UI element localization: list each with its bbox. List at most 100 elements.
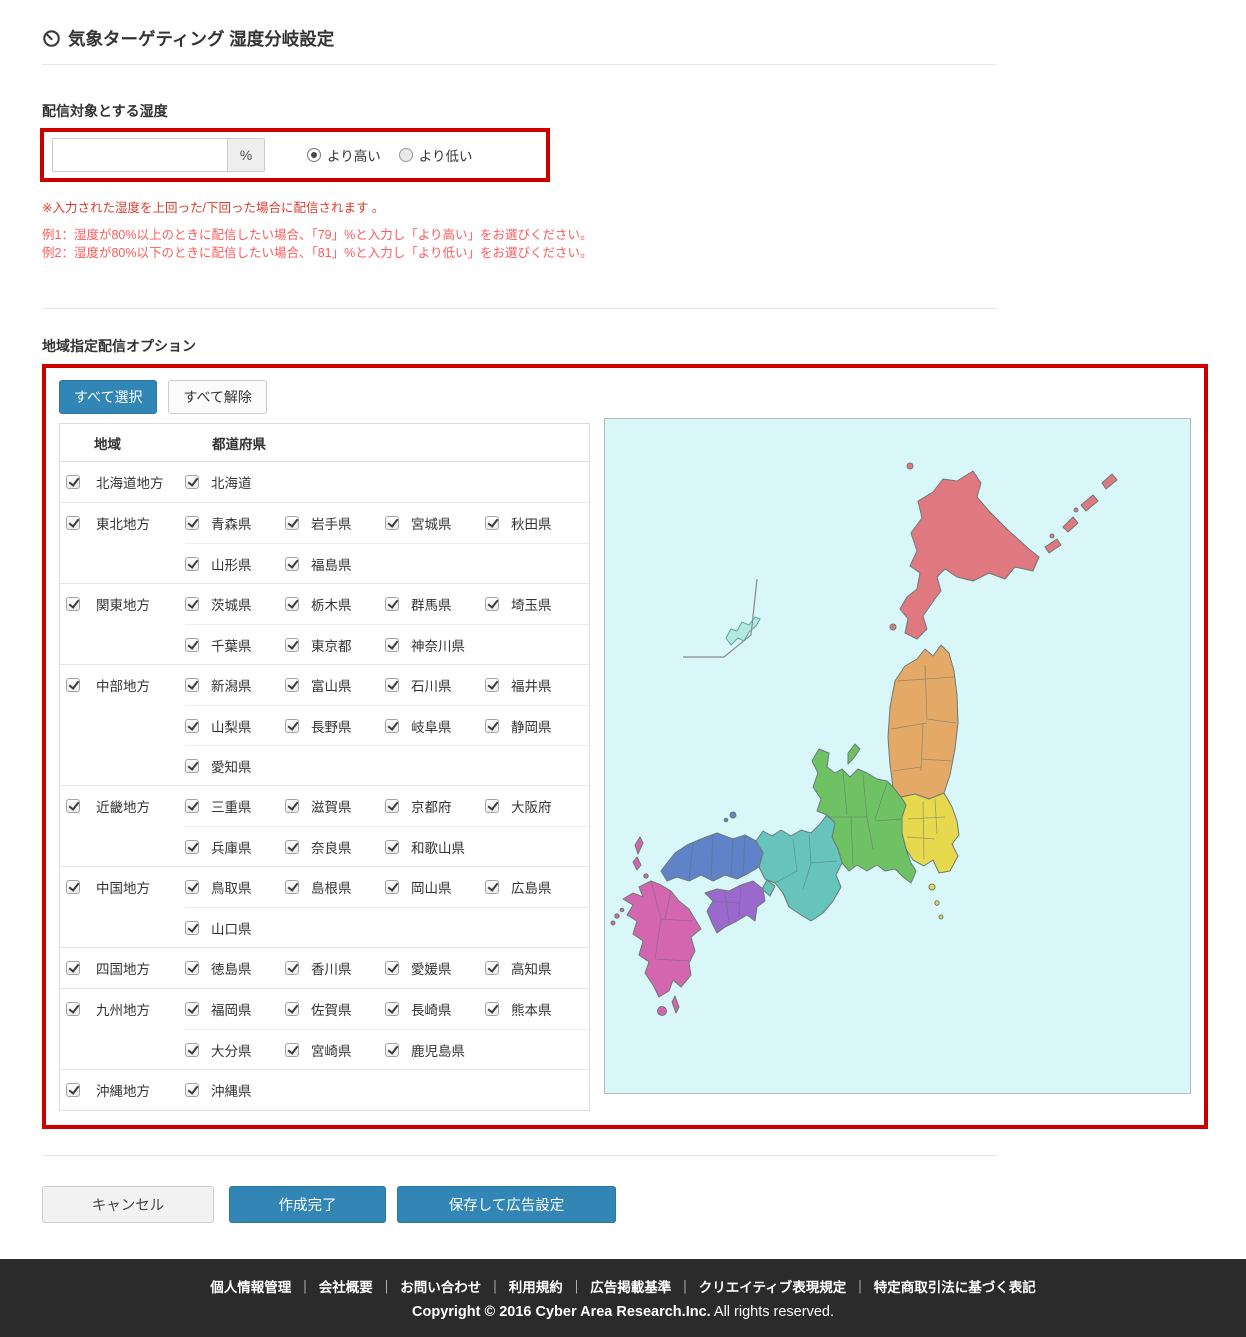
prefecture-checkbox[interactable] xyxy=(185,678,199,692)
footer-separator: ｜ xyxy=(853,1280,867,1295)
footer-link[interactable]: 個人情報管理 xyxy=(210,1276,291,1296)
prefecture-label: 千葉県 xyxy=(211,638,252,654)
prefecture-checkbox[interactable] xyxy=(385,718,399,733)
prefecture-checkbox[interactable] xyxy=(185,839,199,854)
prefecture-checkbox[interactable] xyxy=(385,839,399,854)
region-checkbox[interactable] xyxy=(66,961,80,975)
prefecture-checkbox[interactable] xyxy=(185,1002,199,1016)
divider xyxy=(42,64,997,65)
prefecture-checkbox[interactable] xyxy=(385,678,399,692)
prefecture-checkbox[interactable] xyxy=(285,678,299,692)
region-checkbox[interactable] xyxy=(66,880,80,894)
prefecture-checkbox[interactable] xyxy=(185,920,199,935)
cancel-button[interactable]: キャンセル xyxy=(42,1186,214,1223)
prefecture-checkbox[interactable] xyxy=(285,880,299,894)
deselect-all-button[interactable]: すべて解除 xyxy=(168,380,267,414)
prefecture-checkbox[interactable] xyxy=(185,637,199,652)
prefecture-checkbox[interactable] xyxy=(185,516,199,530)
footer-link[interactable]: お問い合わせ xyxy=(400,1276,481,1296)
region-checkbox[interactable] xyxy=(66,799,80,813)
prefecture-checkbox[interactable] xyxy=(485,597,499,611)
prefecture-label: 青森県 xyxy=(211,517,252,532)
prefecture-checkbox[interactable] xyxy=(385,1002,399,1016)
prefecture-label: 静岡県 xyxy=(511,719,552,735)
prefecture-checkbox[interactable] xyxy=(285,1042,299,1057)
radio-lower[interactable] xyxy=(398,148,413,162)
prefecture-checkbox[interactable] xyxy=(285,637,299,652)
prefecture-checkbox[interactable] xyxy=(285,516,299,530)
region-table: 地域 都道府県 北海道地方 北海道 東北地方 青森県 岩手県 宮城県 秋田県 山形県 福島県 関東… xyxy=(59,423,590,1111)
prefecture-checkbox[interactable] xyxy=(385,1042,399,1057)
prefecture-checkbox[interactable] xyxy=(485,516,499,530)
prefecture-checkbox[interactable] xyxy=(285,718,299,733)
prefecture-checkbox[interactable] xyxy=(385,880,399,894)
region-label: 九州地方 xyxy=(96,1003,150,1018)
prefecture-label: 東京都 xyxy=(311,638,352,654)
region-column-header: 地域 xyxy=(94,436,121,452)
prefecture-checkbox[interactable] xyxy=(485,678,499,692)
humidity-highlight-box: % より高い より低い xyxy=(40,128,550,182)
region-table-header: 地域 都道府県 xyxy=(60,424,589,462)
prefecture-checkbox[interactable] xyxy=(485,880,499,894)
region-label: 北海道地方 xyxy=(96,476,164,491)
complete-button[interactable]: 作成完了 xyxy=(229,1186,386,1223)
region-columns: 地域 都道府県 北海道地方 北海道 東北地方 青森県 岩手県 宮城県 秋田県 山形県 福島県 関東… xyxy=(59,418,1191,1111)
humidity-direction-radios: より高い より低い xyxy=(307,145,472,165)
prefecture-label: 山梨県 xyxy=(211,719,252,735)
prefecture-label: 岩手県 xyxy=(311,517,352,532)
select-all-button[interactable]: すべて選択 xyxy=(59,380,158,414)
radio-lower-label: より低い xyxy=(418,149,473,164)
prefecture-checkbox[interactable] xyxy=(385,597,399,611)
prefecture-label: 鳥取県 xyxy=(211,881,252,896)
region-checkbox[interactable] xyxy=(66,597,80,611)
prefecture-checkbox[interactable] xyxy=(385,799,399,813)
prefecture-checkbox[interactable] xyxy=(185,597,199,611)
prefecture-checkbox[interactable] xyxy=(185,556,199,571)
prefecture-checkbox[interactable] xyxy=(485,961,499,975)
prefecture-checkbox[interactable] xyxy=(185,1083,199,1097)
prefecture-label: 滋賀県 xyxy=(311,800,352,815)
prefecture-checkbox[interactable] xyxy=(485,799,499,813)
prefecture-checkbox[interactable] xyxy=(285,799,299,813)
prefecture-checkbox[interactable] xyxy=(185,799,199,813)
footer-link[interactable]: クリエイティブ表現規定 xyxy=(699,1276,846,1296)
prefecture-checkbox[interactable] xyxy=(485,718,499,733)
japan-map xyxy=(604,418,1191,1094)
region-row: 四国地方 徳島県 香川県 愛媛県 高知県 xyxy=(60,947,589,988)
prefecture-checkbox[interactable] xyxy=(185,961,199,975)
region-row: 中国地方 鳥取県 島根県 岡山県 広島県 山口県 xyxy=(60,866,589,947)
prefecture-checkbox[interactable] xyxy=(385,516,399,530)
region-checkbox[interactable] xyxy=(66,678,80,692)
prefecture-checkbox[interactable] xyxy=(185,880,199,894)
prefecture-checkbox[interactable] xyxy=(385,961,399,975)
region-checkbox[interactable] xyxy=(66,516,80,530)
prefecture-column-header: 都道府県 xyxy=(212,436,266,452)
prefecture-checkbox[interactable] xyxy=(185,758,199,773)
footer-link[interactable]: 広告掲載基準 xyxy=(590,1276,671,1296)
prefecture-label: 秋田県 xyxy=(511,517,552,532)
footer-link[interactable]: 会社概要 xyxy=(319,1276,373,1296)
prefecture-label: 福井県 xyxy=(511,679,552,694)
prefecture-checkbox[interactable] xyxy=(185,1042,199,1057)
prefecture-checkbox[interactable] xyxy=(185,718,199,733)
footer-link[interactable]: 特定商取引法に基づく表記 xyxy=(874,1276,1036,1296)
prefecture-label: 新潟県 xyxy=(211,679,252,694)
prefecture-checkbox[interactable] xyxy=(285,556,299,571)
prefecture-checkbox[interactable] xyxy=(485,1002,499,1016)
region-checkbox[interactable] xyxy=(66,1083,80,1097)
save-and-ad-settings-button[interactable]: 保存して広告設定 xyxy=(397,1186,616,1223)
prefecture-checkbox[interactable] xyxy=(285,1002,299,1016)
humidity-input[interactable] xyxy=(52,138,227,172)
prefecture-checkbox[interactable] xyxy=(285,961,299,975)
region-row: 沖縄地方 沖縄県 xyxy=(60,1069,589,1110)
prefecture-checkbox[interactable] xyxy=(285,839,299,854)
page-title-text: 気象ターゲティング 湿度分岐設定 xyxy=(68,29,335,49)
prefecture-checkbox[interactable] xyxy=(385,637,399,652)
prefecture-label: 大阪府 xyxy=(511,800,552,815)
radio-higher[interactable] xyxy=(307,148,321,162)
prefecture-checkbox[interactable] xyxy=(285,597,299,611)
prefecture-checkbox[interactable] xyxy=(185,475,199,489)
region-checkbox[interactable] xyxy=(66,1002,80,1016)
footer-link[interactable]: 利用規約 xyxy=(509,1276,563,1296)
region-checkbox[interactable] xyxy=(66,475,80,489)
